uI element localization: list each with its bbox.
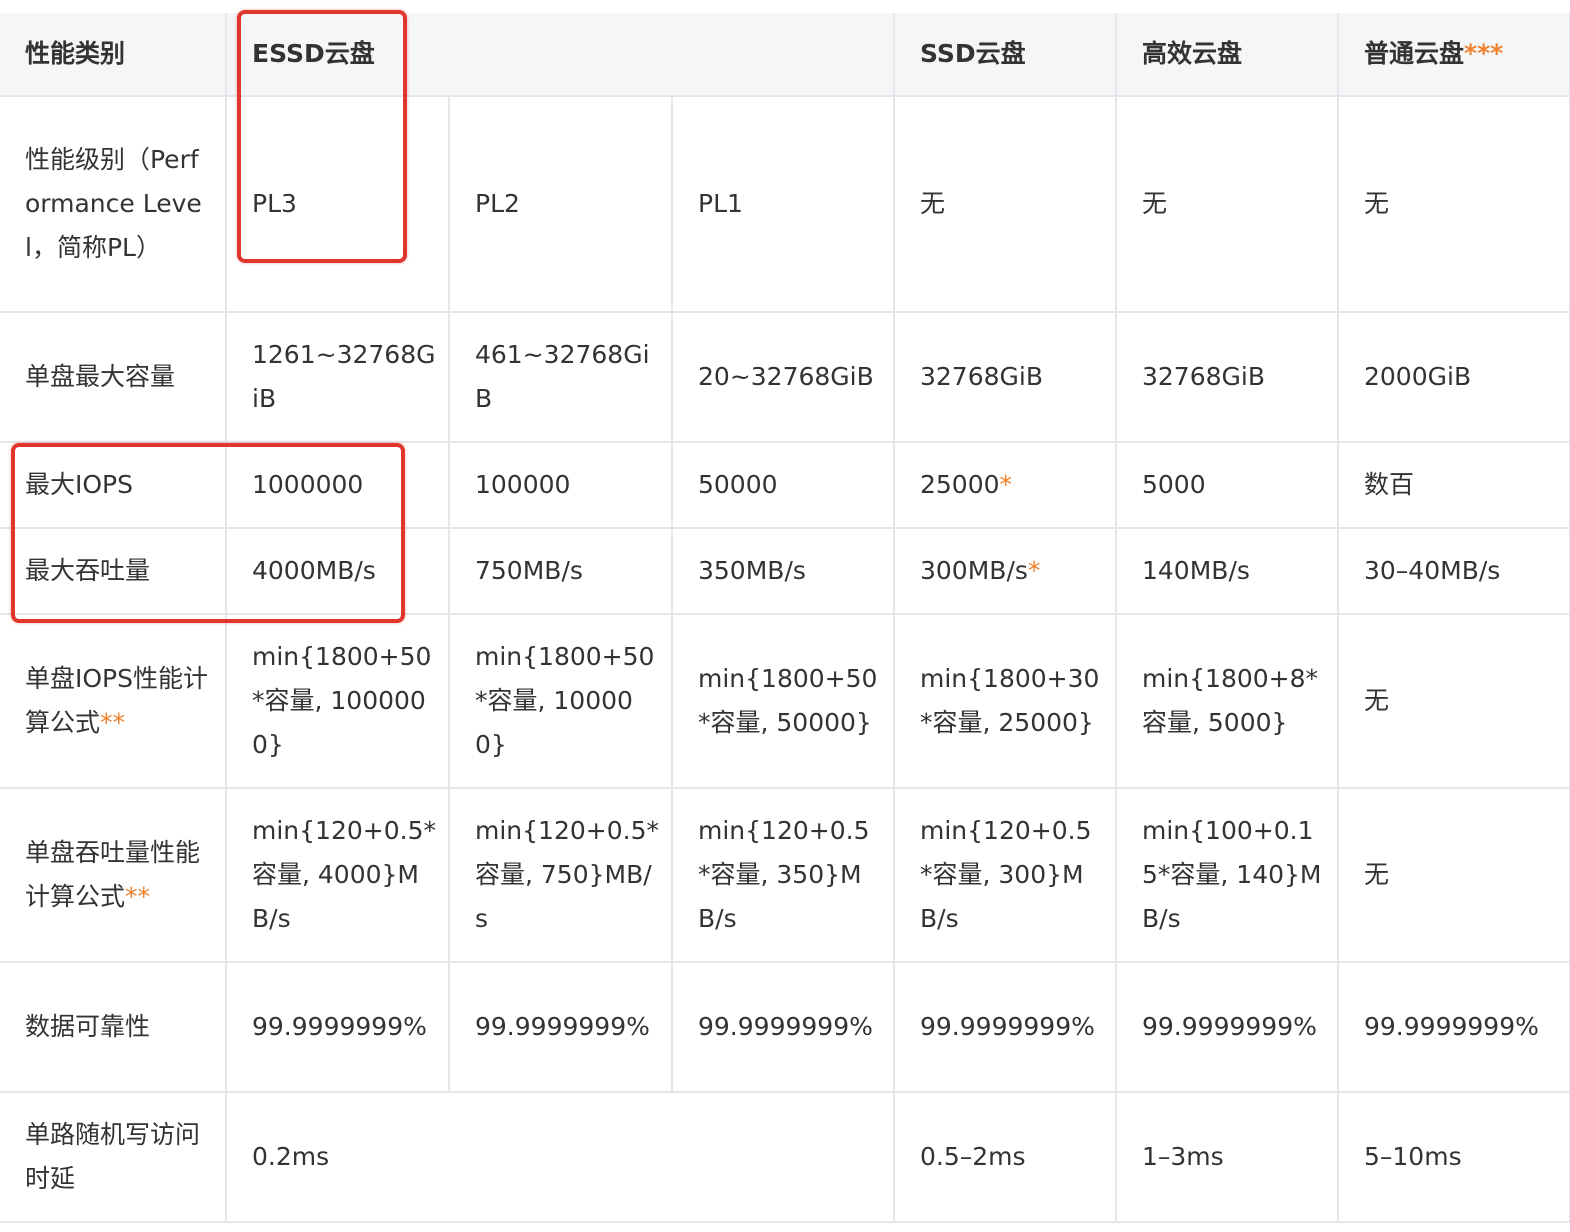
cell-iops-ssd-note: * xyxy=(999,470,1013,499)
cell-capacity-pl2: 461~32768GiB xyxy=(448,311,673,443)
header-category: 性能类别 xyxy=(0,13,227,97)
row-label-latency: 单路随机写访问时延 xyxy=(0,1091,227,1223)
cell-throughput-ssd: 300MB/s* xyxy=(893,527,1117,615)
cell-iops-pl3: 1000000 xyxy=(225,441,450,529)
row-label-iops: 最大IOPS xyxy=(0,441,227,529)
cell-capacity-efficient: 32768GiB xyxy=(1115,311,1339,443)
header-basic: 普通云盘*** xyxy=(1337,13,1570,97)
cell-level-pl3: PL3 xyxy=(225,95,450,313)
cell-level-basic: 无 xyxy=(1337,95,1570,313)
table-row-throughput: 最大吞吐量 4000MB/s 750MB/s 350MB/s 300MB/s* … xyxy=(0,527,1570,615)
cell-iops-formula-ssd: min{1800+30*容量, 25000} xyxy=(893,613,1117,789)
cell-throughput-efficient: 140MB/s xyxy=(1115,527,1339,615)
cell-reliability-pl1: 99.9999999% xyxy=(671,961,895,1093)
cell-level-efficient: 无 xyxy=(1115,95,1339,313)
row-label-throughput: 最大吞吐量 xyxy=(0,527,227,615)
header-ssd: SSD云盘 xyxy=(893,13,1117,97)
cell-throughput-formula-efficient: min{100+0.15*容量, 140}MB/s xyxy=(1115,787,1339,963)
cell-iops-formula-efficient: min{1800+8*容量, 5000} xyxy=(1115,613,1339,789)
cell-reliability-basic: 99.9999999% xyxy=(1337,961,1570,1093)
cell-throughput-formula-basic: 无 xyxy=(1337,787,1570,963)
cell-iops-efficient: 5000 xyxy=(1115,441,1339,529)
cell-reliability-efficient: 99.9999999% xyxy=(1115,961,1339,1093)
cell-latency-efficient: 1–3ms xyxy=(1115,1091,1339,1223)
row-label-iops-formula: 单盘IOPS性能计算公式** xyxy=(0,613,227,789)
cell-throughput-basic: 30–40MB/s xyxy=(1337,527,1570,615)
row-label-throughput-formula-note: ** xyxy=(125,882,151,911)
table-header-row: 性能类别 ESSD云盘 SSD云盘 高效云盘 普通云盘*** xyxy=(0,13,1570,97)
table-row-latency: 单路随机写访问时延 0.2ms 0.5–2ms 1–3ms 5–10ms xyxy=(0,1091,1570,1223)
cell-iops-formula-basic: 无 xyxy=(1337,613,1570,789)
cell-throughput-pl1: 350MB/s xyxy=(671,527,895,615)
cell-iops-pl2: 100000 xyxy=(448,441,673,529)
cell-reliability-pl2: 99.9999999% xyxy=(448,961,673,1093)
cell-throughput-formula-pl1: min{120+0.5*容量, 350}MB/s xyxy=(671,787,895,963)
row-label-iops-formula-note: ** xyxy=(100,708,126,737)
disk-performance-table: 性能类别 ESSD云盘 SSD云盘 高效云盘 普通云盘*** 性能级别（Perf… xyxy=(0,13,1570,1223)
row-label-reliability: 数据可靠性 xyxy=(0,961,227,1093)
row-label-throughput-formula: 单盘吞吐量性能计算公式** xyxy=(0,787,227,963)
cell-level-pl2: PL2 xyxy=(448,95,673,313)
cell-iops-formula-pl1: min{1800+50*容量, 50000} xyxy=(671,613,895,789)
cell-iops-pl1: 50000 xyxy=(671,441,895,529)
cell-reliability-pl3: 99.9999999% xyxy=(225,961,450,1093)
table-row-capacity: 单盘最大容量 1261~32768GiB 461~32768GiB 20~327… xyxy=(0,311,1570,443)
cell-iops-formula-pl3: min{1800+50*容量, 1000000} xyxy=(225,613,450,789)
cell-capacity-pl1: 20~32768GiB xyxy=(671,311,895,443)
cell-throughput-ssd-note: * xyxy=(1027,556,1041,585)
cell-level-pl1: PL1 xyxy=(671,95,895,313)
cell-latency-essd: 0.2ms xyxy=(225,1091,895,1223)
cell-iops-basic: 数百 xyxy=(1337,441,1570,529)
table-row-iops: 最大IOPS 1000000 100000 50000 25000* 5000 … xyxy=(0,441,1570,529)
cell-throughput-pl3: 4000MB/s xyxy=(225,527,450,615)
cell-throughput-ssd-text: 300MB/s xyxy=(920,556,1028,585)
cell-throughput-formula-ssd: min{120+0.5*容量, 300}MB/s xyxy=(893,787,1117,963)
cell-capacity-ssd: 32768GiB xyxy=(893,311,1117,443)
table-row-level: 性能级别（Performance Level，简称PL） PL3 PL2 PL1… xyxy=(0,95,1570,313)
cell-throughput-formula-pl3: min{120+0.5*容量, 4000}MB/s xyxy=(225,787,450,963)
cell-throughput-pl2: 750MB/s xyxy=(448,527,673,615)
cell-latency-basic: 5–10ms xyxy=(1337,1091,1570,1223)
table-row-iops-formula: 单盘IOPS性能计算公式** min{1800+50*容量, 1000000} … xyxy=(0,613,1570,789)
cell-level-ssd: 无 xyxy=(893,95,1117,313)
cell-latency-ssd: 0.5–2ms xyxy=(893,1091,1117,1223)
row-label-capacity: 单盘最大容量 xyxy=(0,311,227,443)
table-row-reliability: 数据可靠性 99.9999999% 99.9999999% 99.9999999… xyxy=(0,961,1570,1093)
row-label-throughput-formula-text: 单盘吞吐量性能计算公式 xyxy=(25,838,201,911)
header-efficient: 高效云盘 xyxy=(1115,13,1339,97)
header-essd: ESSD云盘 xyxy=(225,13,895,97)
header-basic-note: *** xyxy=(1464,39,1504,68)
cell-iops-formula-pl2: min{1800+50*容量, 100000} xyxy=(448,613,673,789)
cell-iops-ssd: 25000* xyxy=(893,441,1117,529)
cell-iops-ssd-text: 25000 xyxy=(920,470,1000,499)
cell-throughput-formula-pl2: min{120+0.5*容量, 750}MB/s xyxy=(448,787,673,963)
row-label-level: 性能级别（Performance Level，简称PL） xyxy=(0,95,227,313)
header-basic-text: 普通云盘 xyxy=(1364,39,1465,68)
cell-capacity-basic: 2000GiB xyxy=(1337,311,1570,443)
table-row-throughput-formula: 单盘吞吐量性能计算公式** min{120+0.5*容量, 4000}MB/s … xyxy=(0,787,1570,963)
cell-capacity-pl3: 1261~32768GiB xyxy=(225,311,450,443)
cell-reliability-ssd: 99.9999999% xyxy=(893,961,1117,1093)
